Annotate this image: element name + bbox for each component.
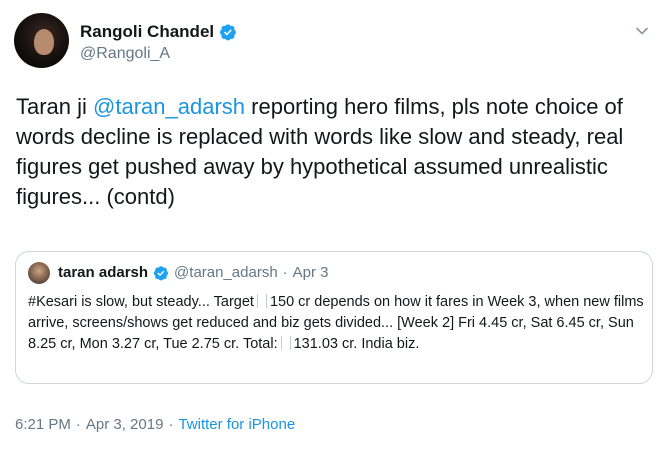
quoted-tweet-header: taran adarsh @taran_adarsh · Apr 3 — [58, 264, 329, 281]
tweet-card: Rangoli Chandel @Rangoli_A Taran ji @tar… — [0, 0, 667, 450]
tweet-source-link[interactable]: Twitter for iPhone — [178, 416, 295, 433]
quoted-text-part1: #Kesari is slow, but steady... Target — [28, 294, 254, 310]
quoted-tweet-body: #Kesari is slow, but steady... Target 150… — [28, 292, 646, 355]
quoted-tweet-date[interactable]: Apr 3 — [293, 264, 329, 281]
quoted-verified-badge-icon — [153, 265, 169, 280]
rupee-placeholder-icon — [280, 336, 291, 350]
quoted-author-avatar[interactable] — [28, 262, 50, 284]
footer-separator: · — [75, 416, 81, 433]
quoted-meta-separator: · — [282, 264, 288, 281]
author-display-name[interactable]: Rangoli Chandel — [80, 22, 214, 42]
avatar-face — [34, 29, 54, 55]
tweet-time[interactable]: 6:21 PM — [15, 416, 71, 433]
tweet-body: Taran ji @taran_adarsh reporting hero fi… — [16, 92, 656, 212]
quoted-tweet-card[interactable]: taran adarsh @taran_adarsh · Apr 3 #Kesa… — [15, 251, 653, 384]
quoted-author-handle[interactable]: @taran_adarsh — [174, 264, 278, 281]
chevron-down-icon[interactable] — [635, 24, 649, 38]
quoted-text-part3: 131.03 cr. India biz. — [293, 336, 420, 352]
rupee-placeholder-icon — [256, 294, 267, 308]
footer-separator: · — [168, 416, 174, 433]
quoted-author-name[interactable]: taran adarsh — [58, 264, 148, 281]
tweet-mention-link[interactable]: @taran_adarsh — [93, 94, 245, 119]
author-avatar[interactable] — [14, 13, 69, 68]
verified-badge-icon — [220, 24, 236, 41]
tweet-footer: 6:21 PM · Apr 3, 2019 · Twitter for iPho… — [15, 416, 295, 433]
tweet-text-prefix: Taran ji — [16, 94, 94, 119]
author-handle[interactable]: @Rangoli_A — [80, 45, 237, 63]
author-info: Rangoli Chandel @Rangoli_A — [80, 22, 237, 63]
tweet-date[interactable]: Apr 3, 2019 — [86, 416, 164, 433]
author-name-row: Rangoli Chandel — [80, 22, 237, 42]
